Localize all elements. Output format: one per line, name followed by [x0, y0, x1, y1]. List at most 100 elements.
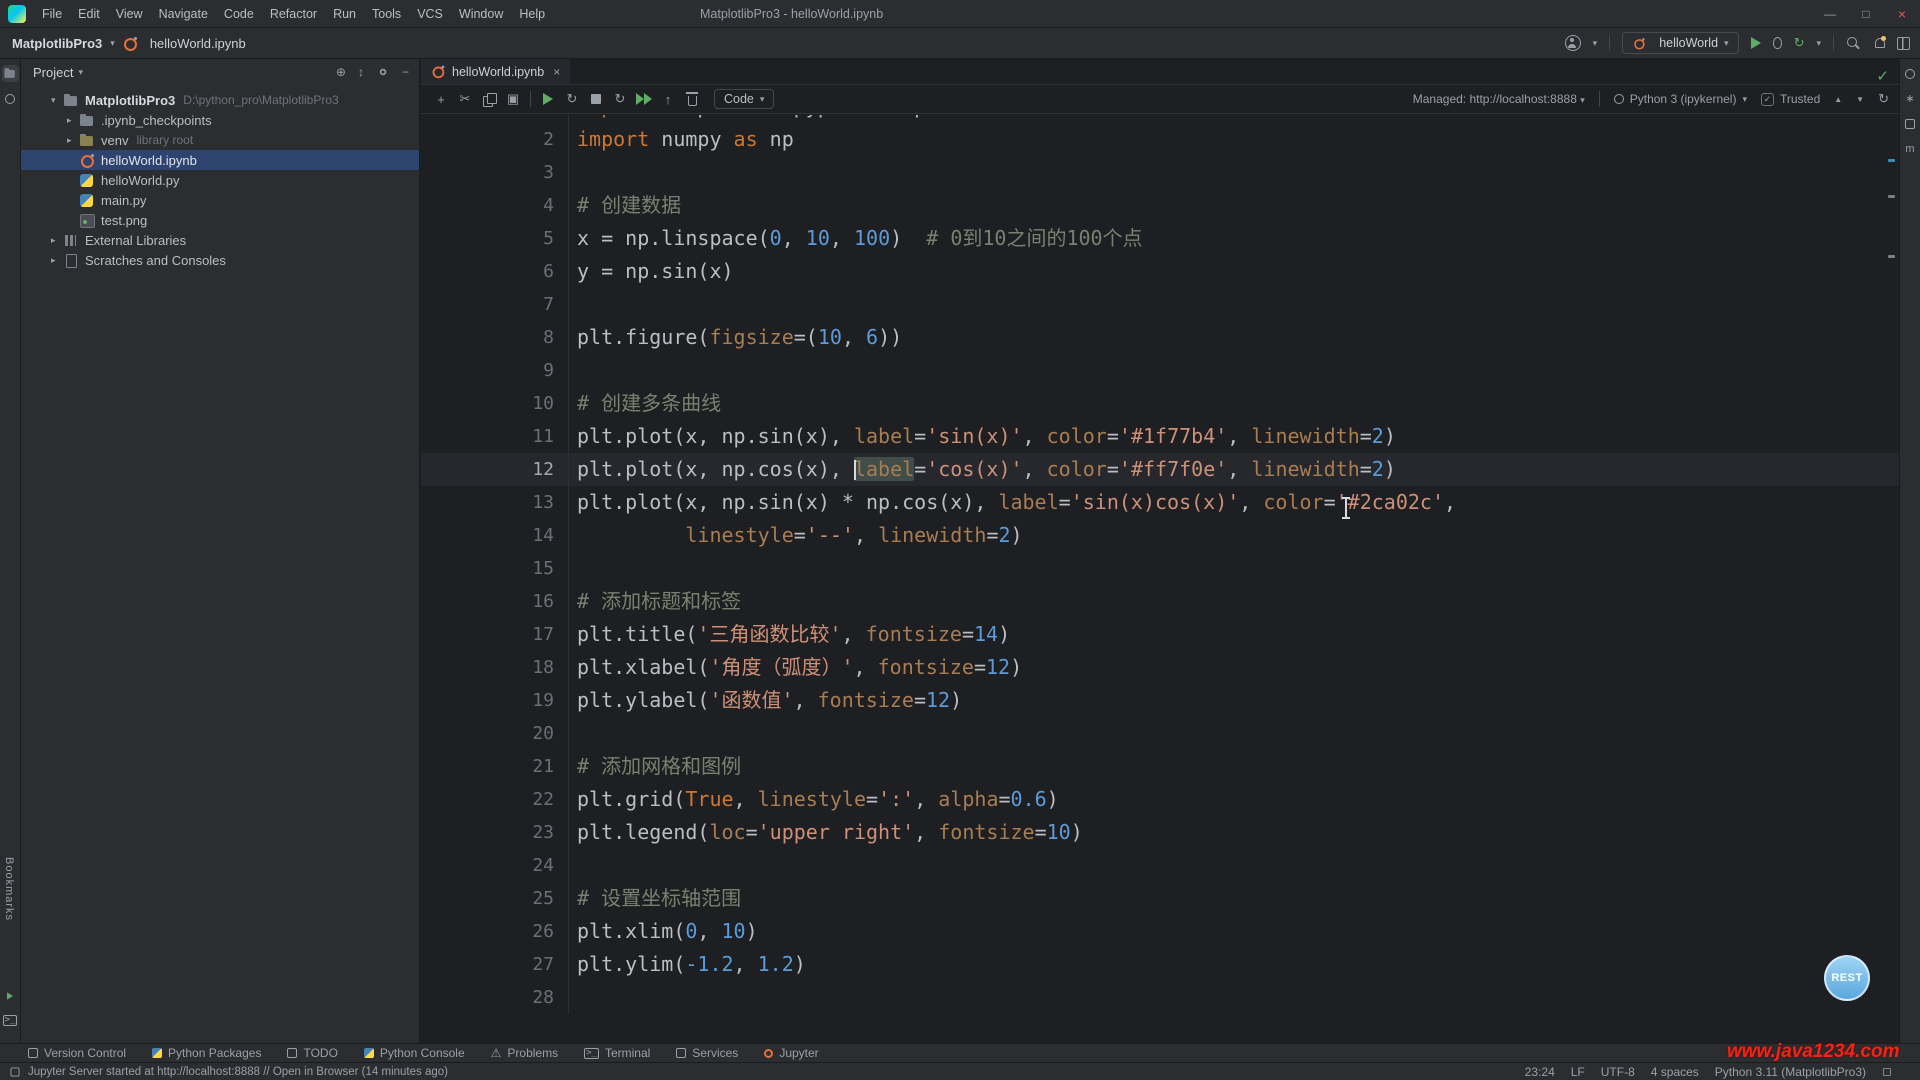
code-line-6[interactable]: 6y = np.sin(x)	[421, 255, 1899, 288]
rerun-button[interactable]: ↻	[1794, 35, 1805, 51]
delete-cell-icon[interactable]	[680, 88, 704, 110]
run-cell-icon[interactable]	[536, 88, 560, 110]
toolwindow-services[interactable]: Services	[676, 1046, 738, 1060]
toolwindow-python-console[interactable]: Python Console	[364, 1046, 465, 1060]
toolwindow-jupyter[interactable]: Jupyter	[764, 1046, 818, 1060]
code-editor[interactable]: 1import matplotlib.pyplot as plt2import …	[421, 115, 1899, 1043]
terminal-toolwindow-button[interactable]: >_	[2, 1012, 19, 1029]
code-line-3[interactable]: 3	[421, 156, 1899, 189]
toolwindow-toggle-icon[interactable]	[11, 1067, 20, 1076]
toolwindow-problems[interactable]: ⚠Problems	[491, 1046, 558, 1060]
code-line-25[interactable]: 25# 设置坐标轴范围	[421, 882, 1899, 915]
run-configuration-select[interactable]: helloWorld ▾	[1622, 32, 1738, 54]
code-line-2[interactable]: 2import numpy as np	[421, 123, 1899, 156]
refresh-server-icon[interactable]: ↻	[1878, 91, 1889, 107]
tree-item-matplotlibpro3[interactable]: ▾MatplotlibPro3D:\python_pro\MatplotlibP…	[21, 90, 419, 110]
code-line-23[interactable]: 23plt.legend(loc='upper right', fontsize…	[421, 816, 1899, 849]
code-line-21[interactable]: 21# 添加网格和图例	[421, 750, 1899, 783]
menu-help[interactable]: Help	[511, 0, 553, 28]
code-line-16[interactable]: 16# 添加标题和标签	[421, 585, 1899, 618]
breadcrumb[interactable]: helloWorld.ipynb	[123, 36, 246, 51]
close-tab-icon[interactable]: ×	[553, 65, 560, 79]
code-line-18[interactable]: 18plt.xlabel('角度（弧度）', fontsize=12)	[421, 651, 1899, 684]
chevron-right-icon[interactable]: ▸	[51, 235, 64, 246]
restart-kernel-icon[interactable]: ↻	[608, 88, 632, 110]
project-toolwindow-button[interactable]	[2, 65, 19, 82]
menu-navigate[interactable]: Navigate	[151, 0, 216, 28]
run-toolwindow-button[interactable]	[2, 987, 19, 1004]
paste-cell-icon[interactable]: ▣	[501, 88, 525, 110]
database-toolwindow-button[interactable]	[1902, 115, 1919, 132]
scroll-to-cell-icon[interactable]: ↑	[656, 88, 680, 110]
code-line-19[interactable]: 19plt.ylabel('函数值', fontsize=12)	[421, 684, 1899, 717]
tree-item-ipynb-checkpoints[interactable]: ▸.ipynb_checkpoints	[21, 110, 419, 130]
panel-options-gear-icon[interactable]	[380, 69, 386, 75]
toolwindow-version-control[interactable]: Version Control	[28, 1046, 126, 1060]
run-cell-and-restart-icon[interactable]: ↻	[560, 88, 584, 110]
floating-badge[interactable]: REST	[1824, 955, 1870, 1001]
menu-vcs[interactable]: VCS	[409, 0, 451, 28]
tree-item-external-libraries[interactable]: ▸External Libraries	[21, 230, 419, 250]
bookmarks-toolwindow-button[interactable]: Bookmarks	[3, 857, 15, 921]
tree-item-venv[interactable]: ▸venvlibrary root	[21, 130, 419, 150]
debug-button[interactable]	[1773, 37, 1782, 49]
code-line-11[interactable]: 11plt.plot(x, np.sin(x), label='sin(x)',…	[421, 420, 1899, 453]
code-line-10[interactable]: 10# 创建多条曲线	[421, 387, 1899, 420]
tree-item-scratches-and-consoles[interactable]: ▸Scratches and Consoles	[21, 250, 419, 270]
code-line-17[interactable]: 17plt.title('三角函数比较', fontsize=14)	[421, 618, 1899, 651]
code-line-9[interactable]: 9	[421, 354, 1899, 387]
notifications-bell-icon[interactable]	[1873, 37, 1885, 49]
error-stripe-mark[interactable]	[1888, 195, 1895, 198]
code-line-12[interactable]: 12plt.plot(x, np.cos(x), label='cos(x)',…	[421, 453, 1899, 486]
search-everywhere-icon[interactable]	[1846, 36, 1861, 51]
code-line-1[interactable]: 1import matplotlib.pyplot as plt	[421, 115, 1899, 123]
copy-cell-icon[interactable]	[477, 88, 501, 110]
navigate-up-icon[interactable]: ▲	[1834, 95, 1842, 104]
tree-item-helloworld-py[interactable]: helloWorld.py	[21, 170, 419, 190]
menu-window[interactable]: Window	[451, 0, 511, 28]
menu-refactor[interactable]: Refactor	[262, 0, 325, 28]
cell-type-select[interactable]: Code ▾	[714, 89, 774, 109]
menu-file[interactable]: File	[34, 0, 70, 28]
status-message[interactable]: Jupyter Server started at http://localho…	[28, 1066, 448, 1078]
toolwindow-python-packages[interactable]: Python Packages	[152, 1046, 261, 1060]
inspections-ok-icon[interactable]: ✓	[1876, 67, 1889, 85]
minimize-button[interactable]: —	[1812, 0, 1848, 28]
code-line-27[interactable]: 27plt.ylim(-1.2, 1.2)	[421, 948, 1899, 981]
code-line-24[interactable]: 24	[421, 849, 1899, 882]
code-line-22[interactable]: 22plt.grid(True, linestyle=':', alpha=0.…	[421, 783, 1899, 816]
maximize-button[interactable]: □	[1848, 0, 1884, 28]
code-line-4[interactable]: 4# 创建数据	[421, 189, 1899, 222]
chevron-right-icon[interactable]: ▸	[51, 255, 64, 266]
user-avatar-icon[interactable]	[1565, 35, 1581, 51]
jupyter-server-select[interactable]: Managed: http://localhost:8888 ▾	[1413, 92, 1585, 106]
more-run-actions-chevron-icon[interactable]: ▾	[1816, 38, 1821, 49]
checkbox-icon[interactable]: ✓	[1761, 93, 1774, 106]
code-line-20[interactable]: 20	[421, 717, 1899, 750]
stop-kernel-icon[interactable]	[584, 88, 608, 110]
toolwindow-todo[interactable]: TODO	[287, 1046, 337, 1060]
code-line-13[interactable]: 13plt.plot(x, np.sin(x) * np.cos(x), lab…	[421, 486, 1899, 519]
caret-position[interactable]: 23:24	[1525, 1065, 1555, 1079]
toolwindow-terminal[interactable]: >_Terminal	[584, 1046, 650, 1060]
locate-file-icon[interactable]: ⊕	[336, 65, 346, 79]
chevron-down-icon[interactable]: ▾	[51, 95, 64, 106]
commit-toolwindow-button[interactable]	[2, 90, 19, 107]
close-button[interactable]: ×	[1884, 0, 1920, 28]
cut-cell-icon[interactable]: ✂	[453, 88, 477, 110]
run-all-cells-icon[interactable]	[632, 88, 656, 110]
read-lock-icon[interactable]	[1883, 1068, 1891, 1076]
chevron-right-icon[interactable]: ▸	[67, 115, 80, 126]
code-line-14[interactable]: 14 linestyle='--', linewidth=2)	[421, 519, 1899, 552]
layout-settings-icon[interactable]	[1897, 37, 1910, 50]
expand-collapse-icon[interactable]: ↕	[358, 65, 364, 79]
error-stripe-mark[interactable]	[1888, 255, 1895, 258]
tree-item-test-png[interactable]: test.png	[21, 210, 419, 230]
code-line-15[interactable]: 15	[421, 552, 1899, 585]
code-line-8[interactable]: 8plt.figure(figsize=(10, 6))	[421, 321, 1899, 354]
trusted-checkbox[interactable]: ✓ Trusted	[1761, 92, 1820, 106]
chevron-right-icon[interactable]: ▸	[67, 135, 80, 146]
kernel-select[interactable]: Python 3 (ipykernel) ▾	[1614, 92, 1747, 106]
chevron-down-icon[interactable]: ▾	[78, 67, 83, 78]
add-cell-icon[interactable]: +	[429, 88, 453, 110]
